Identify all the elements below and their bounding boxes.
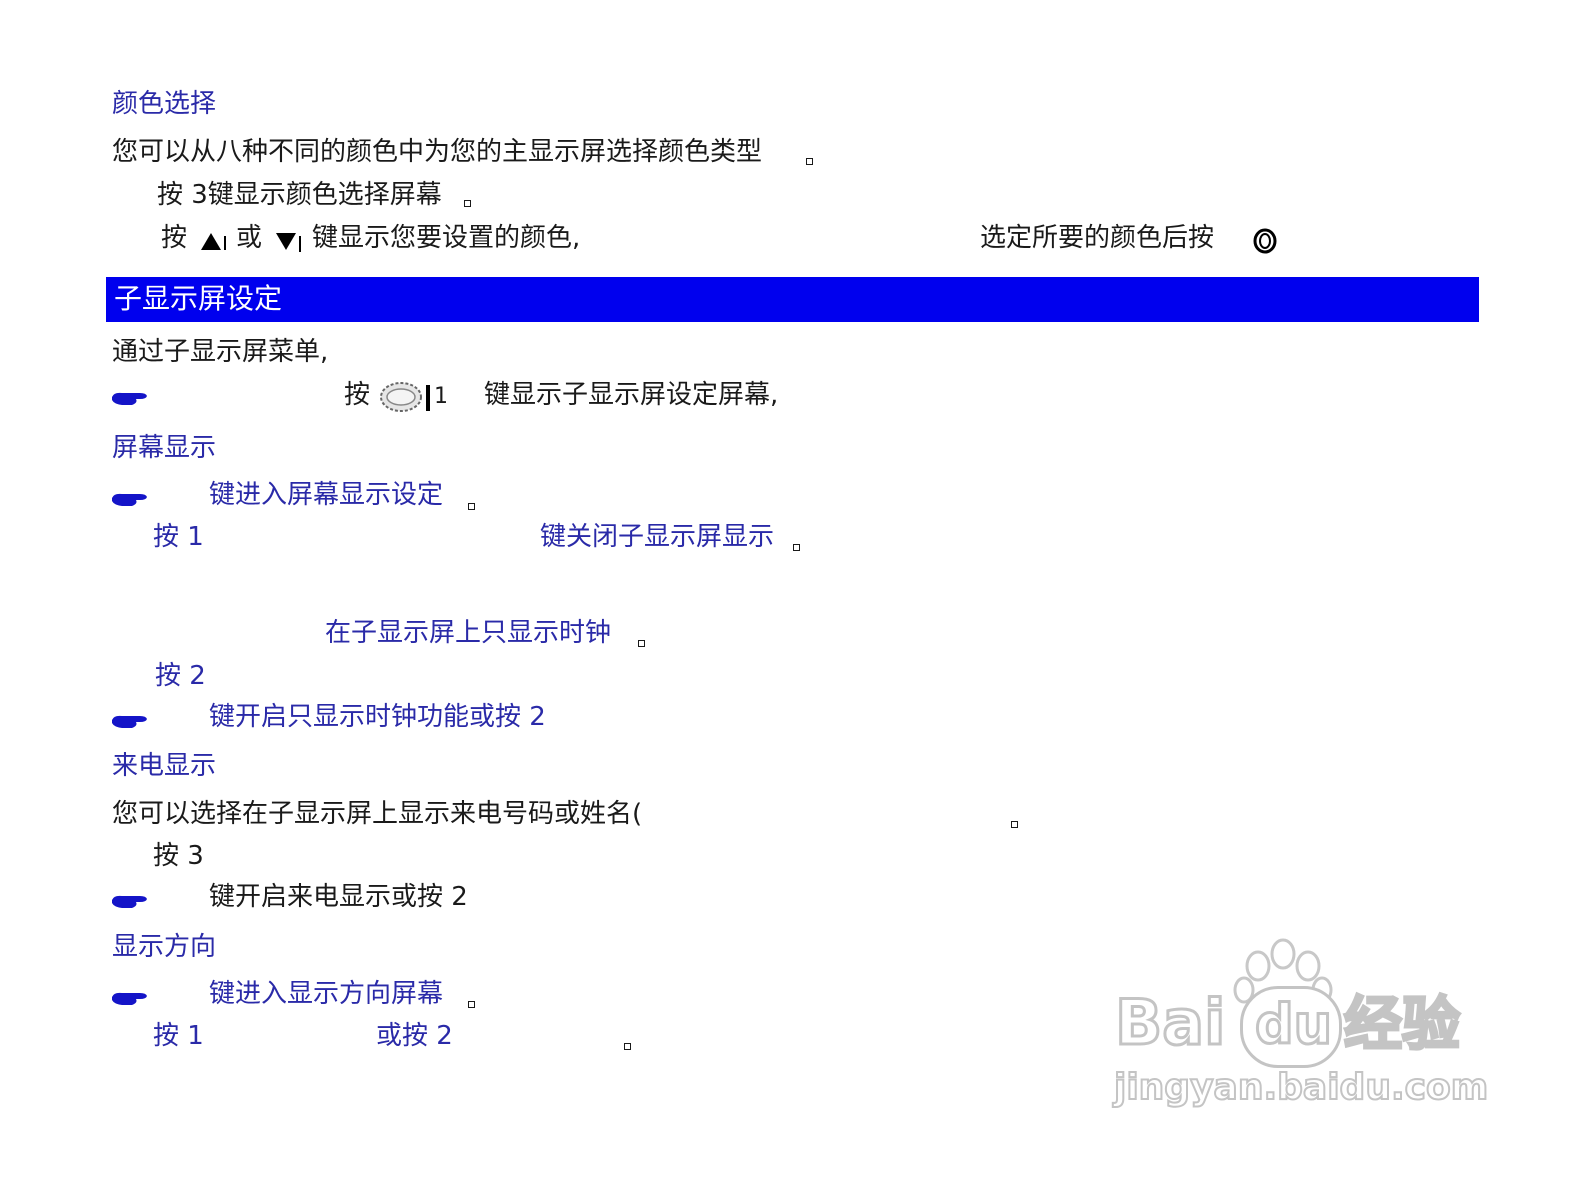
caller-display-heading: 来电显示 bbox=[112, 751, 217, 781]
pointing-hand-icon bbox=[112, 392, 147, 405]
color-select-heading: 颜色选择 bbox=[112, 89, 217, 119]
period-mark bbox=[1011, 821, 1018, 828]
pointing-hand-icon bbox=[112, 992, 147, 1005]
screen-display-clock-only: 在子显示屏上只显示时钟 bbox=[325, 618, 612, 648]
triangle-up-key-icon bbox=[201, 233, 226, 250]
direction-heading: 显示方向 bbox=[112, 932, 217, 962]
direction-press1: 按 1 bbox=[153, 1021, 204, 1051]
color-select-step2-or: 或 bbox=[236, 223, 263, 253]
period-mark bbox=[468, 1001, 475, 1008]
watermark-brand-chinese: 经验 bbox=[1342, 989, 1461, 1060]
period-mark bbox=[806, 158, 813, 165]
sub-display-menu-key-number: 1 bbox=[434, 384, 448, 409]
caller-display-enable: 键开启来电显示或按 2 bbox=[209, 882, 468, 912]
sub-display-intro: 通过子显示屏菜单, bbox=[112, 337, 329, 367]
sub-display-menu-result: 键显示子显示屏设定屏幕, bbox=[484, 380, 779, 410]
direction-or-press2: 或按 2 bbox=[376, 1021, 453, 1051]
sub-display-banner-title: 子显示屏设定 bbox=[114, 282, 283, 315]
color-select-step2-show: 键显示您要设置的颜色, bbox=[312, 223, 581, 253]
caller-display-press3: 按 3 bbox=[153, 841, 204, 871]
pointing-hand-icon bbox=[112, 895, 147, 908]
triangle-down-key-icon bbox=[276, 233, 301, 252]
menu-key-icon bbox=[380, 382, 430, 412]
sub-display-menu-press: 按 bbox=[344, 380, 371, 410]
watermark-brand-latin: Bai bbox=[1113, 986, 1226, 1059]
period-mark bbox=[464, 200, 471, 207]
color-select-step2-press: 按 bbox=[161, 223, 188, 253]
ok-key-icon bbox=[1253, 228, 1277, 254]
baidu-jingyan-watermark: Bai du 经验 jingyan.baidu.com bbox=[1110, 938, 1489, 1118]
pointing-hand-icon bbox=[112, 715, 147, 728]
pointing-hand-icon bbox=[112, 493, 147, 506]
color-select-step2-confirm: 选定所要的颜色后按 bbox=[980, 223, 1215, 253]
period-mark bbox=[793, 544, 800, 551]
period-mark bbox=[468, 503, 475, 510]
screen-display-close: 键关闭子显示屏显示 bbox=[540, 522, 775, 552]
direction-enter: 键进入显示方向屏幕 bbox=[209, 979, 444, 1009]
sub-display-banner: 子显示屏设定 bbox=[106, 277, 1479, 322]
period-mark bbox=[624, 1043, 631, 1050]
color-select-step1: 按 3键显示颜色选择屏幕 bbox=[157, 180, 442, 210]
period-mark bbox=[638, 640, 645, 647]
screen-display-press1: 按 1 bbox=[153, 522, 204, 552]
watermark-brand-du: du bbox=[1253, 992, 1333, 1058]
color-select-description: 您可以从八种不同的颜色中为您的主显示屏选择颜色类型 bbox=[112, 137, 763, 167]
watermark-url: jingyan.baidu.com bbox=[1113, 1066, 1489, 1109]
screen-display-enable-clock: 键开启只显示时钟功能或按 2 bbox=[209, 702, 546, 732]
watermark-du-badge: du bbox=[1240, 986, 1342, 1068]
caller-display-description: 您可以选择在子显示屏上显示来电号码或姓名( bbox=[112, 799, 643, 829]
screen-display-enter: 键进入屏幕显示设定 bbox=[209, 480, 444, 510]
screen-display-press2: 按 2 bbox=[155, 661, 206, 691]
screen-display-heading: 屏幕显示 bbox=[112, 433, 217, 463]
